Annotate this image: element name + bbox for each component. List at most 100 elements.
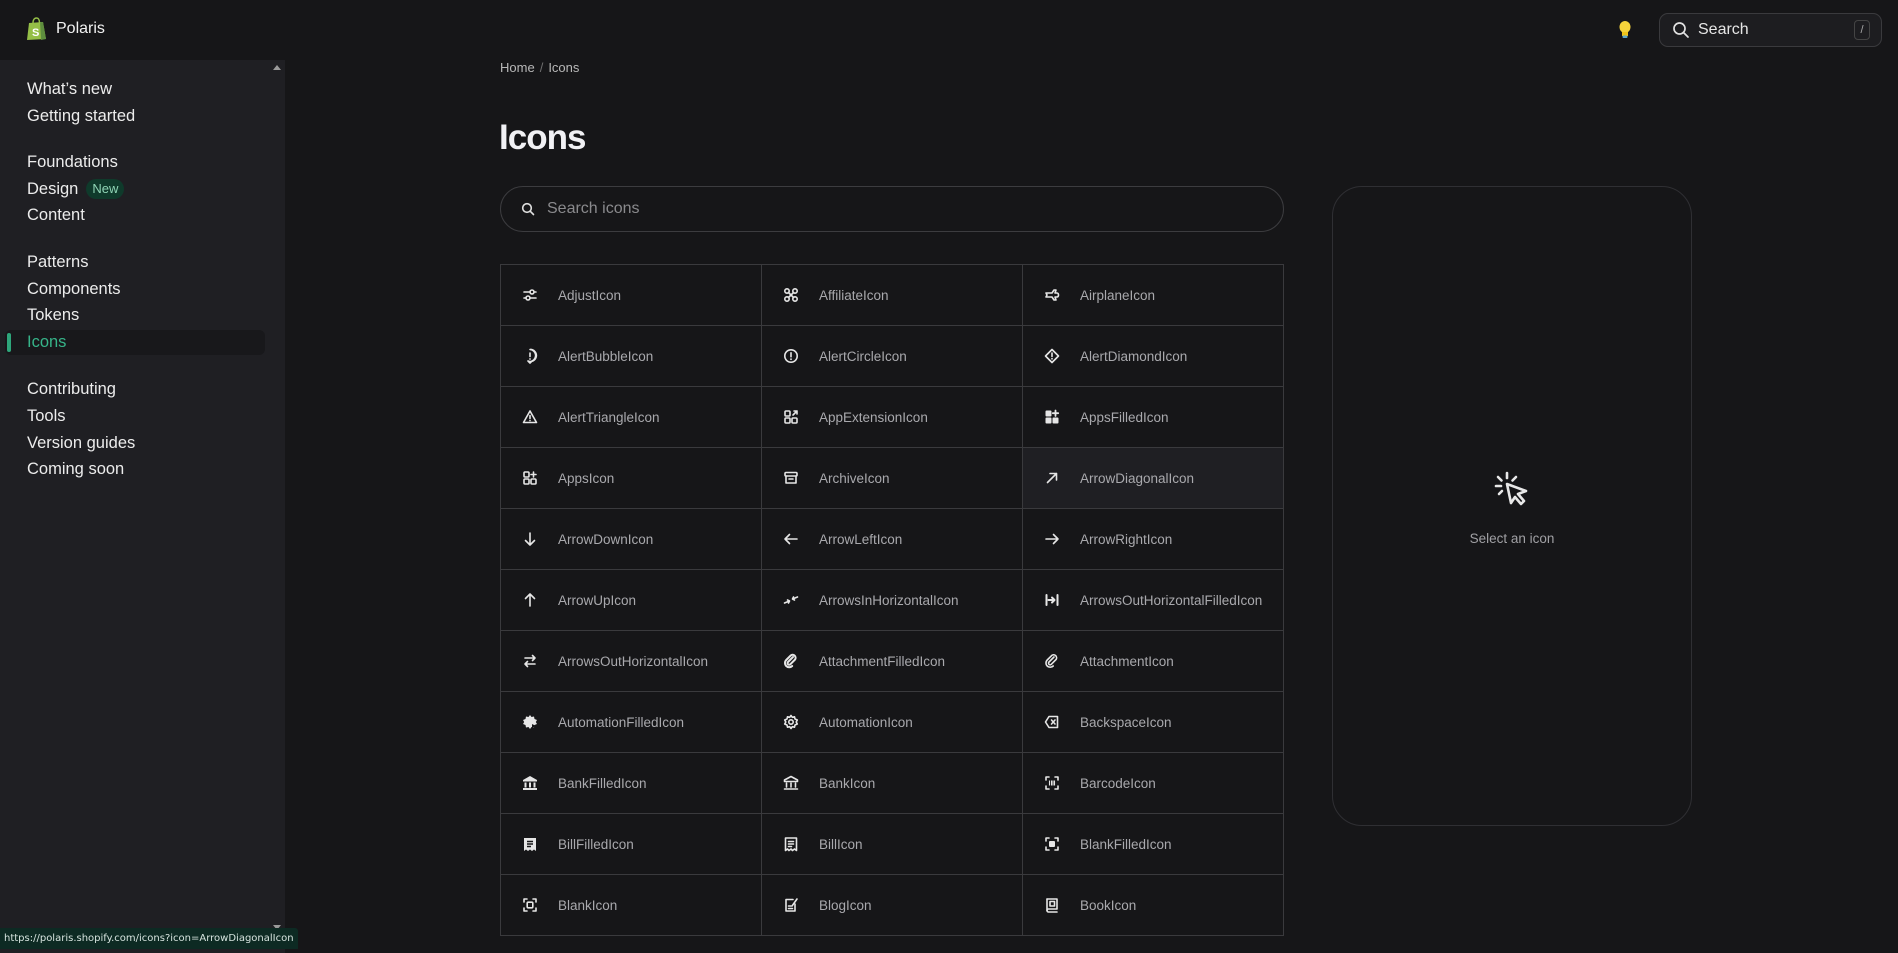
icon-tile[interactable]: AppsIcon	[501, 448, 762, 509]
breadcrumb-home[interactable]: Home	[500, 60, 535, 75]
sidebar-item-patterns[interactable]: Patterns	[27, 251, 88, 273]
alert-triangle-icon	[522, 409, 538, 425]
icon-tile[interactable]: BlankIcon	[501, 875, 762, 936]
global-search-button[interactable]: Search /	[1659, 13, 1882, 47]
icon-tile-name: BookIcon	[1080, 897, 1137, 913]
icon-tile-name: AlertBubbleIcon	[558, 348, 654, 364]
icon-tile-name: AdjustIcon	[558, 287, 622, 303]
preview-empty-text: Select an icon	[1469, 531, 1555, 546]
icon-tile-name: ArrowsOutHorizontalIcon	[558, 653, 709, 669]
icon-tile[interactable]: AutomationFilledIcon	[501, 692, 762, 753]
icon-tile[interactable]: AlertBubbleIcon	[501, 326, 762, 387]
sidebar-item-foundations[interactable]: Foundations	[27, 151, 118, 173]
apps-icon	[522, 470, 538, 486]
airplane-icon	[1044, 287, 1060, 303]
sidebar-nav: What’s new Getting started Foundations D…	[0, 60, 285, 953]
brand-logo-link[interactable]: S Polaris	[26, 17, 105, 41]
icon-tile[interactable]: BillFilledIcon	[501, 814, 762, 875]
icon-tile-name: ArrowDiagonalIcon	[1080, 470, 1195, 486]
icon-tile[interactable]: BackspaceIcon	[1023, 692, 1284, 753]
icon-tile-name: BlogIcon	[819, 897, 872, 913]
icon-tile[interactable]: AffiliateIcon	[762, 265, 1023, 326]
sidebar-item-tokens[interactable]: Tokens	[27, 304, 79, 326]
icon-tile[interactable]: AirplaneIcon	[1023, 265, 1284, 326]
icon-tile[interactable]: BankFilledIcon	[501, 753, 762, 814]
icon-tile-name: AttachmentFilledIcon	[819, 653, 946, 669]
icon-tile[interactable]: AlertTriangleIcon	[501, 387, 762, 448]
arrow-up-icon	[522, 592, 538, 608]
blank-icon	[522, 897, 538, 913]
icon-search-field[interactable]	[500, 186, 1284, 232]
icon-tile[interactable]: BankIcon	[762, 753, 1023, 814]
icon-tile-name: AppExtensionIcon	[819, 409, 928, 425]
sidebar-item-contributing[interactable]: Contributing	[27, 378, 116, 400]
shopify-bag-icon: S	[27, 17, 46, 40]
arrows-out-horizontal-filled-icon	[1044, 592, 1060, 608]
icon-tile-name: BankFilledIcon	[558, 775, 647, 791]
icon-tile-name: AffiliateIcon	[819, 287, 889, 303]
breadcrumb-separator: /	[539, 60, 544, 75]
icon-tile-name: ArchiveIcon	[819, 470, 890, 486]
icon-tile[interactable]: ArchiveIcon	[762, 448, 1023, 509]
status-bar-url: https://polaris.shopify.com/icons?icon=A…	[0, 928, 298, 949]
breadcrumb-current[interactable]: Icons	[548, 60, 579, 75]
icon-tile[interactable]: ArrowDiagonalIcon	[1023, 448, 1284, 509]
sidebar-item-icons[interactable]: Icons	[27, 331, 66, 353]
icon-tile-name: AutomationIcon	[819, 714, 913, 730]
breadcrumb: Home / Icons	[500, 60, 579, 75]
icon-tile-name: AlertTriangleIcon	[558, 409, 660, 425]
book-icon	[1044, 897, 1060, 913]
sidebar-item-whats-new[interactable]: What’s new	[27, 78, 112, 100]
sidebar-item-design[interactable]: Design New	[27, 178, 125, 200]
icon-tile[interactable]: ArrowUpIcon	[501, 570, 762, 631]
bank-icon	[783, 775, 799, 791]
sidebar-item-components[interactable]: Components	[27, 278, 121, 300]
icon-tile[interactable]: ArrowsOutHorizontalFilledIcon	[1023, 570, 1284, 631]
arrow-down-icon	[522, 531, 538, 547]
barcode-icon	[1044, 775, 1060, 791]
search-shortcut-key: /	[1854, 20, 1870, 40]
adjust-icon	[522, 287, 538, 303]
icon-tile[interactable]: AppsFilledIcon	[1023, 387, 1284, 448]
icon-tile-name: ArrowLeftIcon	[819, 531, 903, 547]
icon-tile[interactable]: AdjustIcon	[501, 265, 762, 326]
sidebar-item-version-guides[interactable]: Version guides	[27, 432, 135, 454]
alert-circle-icon	[783, 348, 799, 364]
icon-tile[interactable]: ArrowsInHorizontalIcon	[762, 570, 1023, 631]
icon-tile[interactable]: BillIcon	[762, 814, 1023, 875]
arrows-in-horizontal-icon	[783, 592, 799, 608]
sidebar-item-getting-started[interactable]: Getting started	[27, 105, 135, 127]
icon-search-input[interactable]	[547, 200, 1247, 218]
active-item-indicator	[7, 333, 11, 352]
search-icon	[521, 202, 535, 216]
scroll-up-arrow[interactable]	[273, 65, 281, 70]
sidebar-item-content[interactable]: Content	[27, 204, 85, 226]
search-icon	[1673, 22, 1689, 38]
icon-tile[interactable]: AttachmentFilledIcon	[762, 631, 1023, 692]
icon-tile[interactable]: BlogIcon	[762, 875, 1023, 936]
icon-tile[interactable]: ArrowRightIcon	[1023, 509, 1284, 570]
icon-tile[interactable]: AutomationIcon	[762, 692, 1023, 753]
icon-tile[interactable]: AlertDiamondIcon	[1023, 326, 1284, 387]
icon-tile[interactable]: AttachmentIcon	[1023, 631, 1284, 692]
icon-tile[interactable]: ArrowLeftIcon	[762, 509, 1023, 570]
icon-tile[interactable]: AlertCircleIcon	[762, 326, 1023, 387]
sidebar-item-label: Design	[27, 180, 79, 198]
attachment-icon	[1044, 653, 1060, 669]
icon-tile[interactable]: BookIcon	[1023, 875, 1284, 936]
icon-tile[interactable]: BarcodeIcon	[1023, 753, 1284, 814]
icon-tile-name: BillIcon	[819, 836, 863, 852]
icon-tile-name: AppsIcon	[558, 470, 615, 486]
icon-tile-name: BlankIcon	[558, 897, 618, 913]
arrow-left-icon	[783, 531, 799, 547]
cursor-click-icon	[1494, 471, 1528, 506]
lightbulb-icon[interactable]	[1617, 20, 1633, 40]
icon-tile-name: BillFilledIcon	[558, 836, 634, 852]
icon-tile[interactable]: BlankFilledIcon	[1023, 814, 1284, 875]
backspace-icon	[1044, 714, 1060, 730]
icon-tile[interactable]: ArrowDownIcon	[501, 509, 762, 570]
sidebar-item-tools[interactable]: Tools	[27, 405, 66, 427]
sidebar-item-coming-soon[interactable]: Coming soon	[27, 458, 124, 480]
icon-tile[interactable]: ArrowsOutHorizontalIcon	[501, 631, 762, 692]
icon-tile[interactable]: AppExtensionIcon	[762, 387, 1023, 448]
